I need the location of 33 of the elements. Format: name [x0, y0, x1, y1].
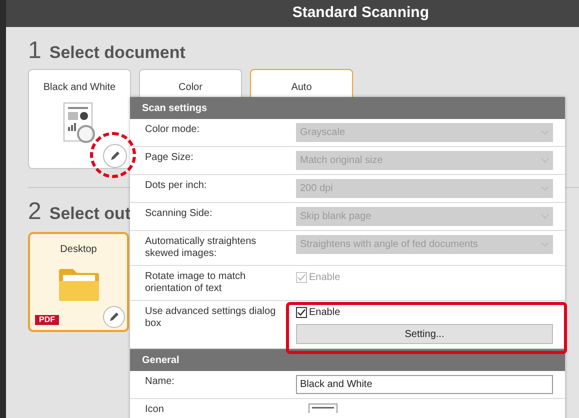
- card-label: Color: [178, 81, 202, 95]
- setting-label: Automatically straightens skewed images:: [145, 236, 258, 260]
- section-header: General: [130, 349, 565, 371]
- document-thumbnail-icon: [308, 403, 338, 413]
- setting-button[interactable]: Setting...: [296, 324, 553, 344]
- setting-label: Color mode:: [145, 124, 200, 136]
- setting-label: Name:: [145, 376, 176, 388]
- name-field[interactable]: Black and White: [296, 375, 553, 394]
- setting-label: Page Size:: [145, 152, 194, 164]
- setting-label: Scanning Side:: [145, 208, 214, 220]
- checkbox-label: Enable: [309, 271, 340, 285]
- card-label: Desktop: [60, 243, 97, 257]
- setting-label: Dots per inch:: [145, 180, 208, 192]
- window-title: Standard Scanning: [292, 3, 429, 24]
- step-title: Select out: [49, 203, 131, 225]
- step-number: 1: [28, 36, 42, 66]
- checkbox-label: Enable: [309, 306, 340, 320]
- edit-button[interactable]: [103, 306, 125, 328]
- step-title: Select document: [49, 42, 186, 64]
- card-label: Black and White: [43, 81, 116, 95]
- card-label: Auto: [291, 81, 312, 95]
- section-header: Scan settings: [130, 97, 565, 119]
- document-card[interactable]: Black and White: [28, 69, 131, 169]
- output-card[interactable]: Desktop PDF: [28, 232, 129, 332]
- pencil-icon: [108, 311, 120, 323]
- pdf-badge: PDF: [35, 315, 59, 325]
- pencil-icon: [109, 150, 121, 162]
- setting-label: Use advanced settings dialog box: [145, 306, 277, 330]
- setting-label: Rotate image to match orientation of text: [145, 271, 247, 295]
- checkbox[interactable]: [296, 307, 307, 318]
- step-number: 2: [28, 197, 42, 227]
- setting-label: Icon: [145, 404, 165, 416]
- folder-icon: [56, 267, 100, 303]
